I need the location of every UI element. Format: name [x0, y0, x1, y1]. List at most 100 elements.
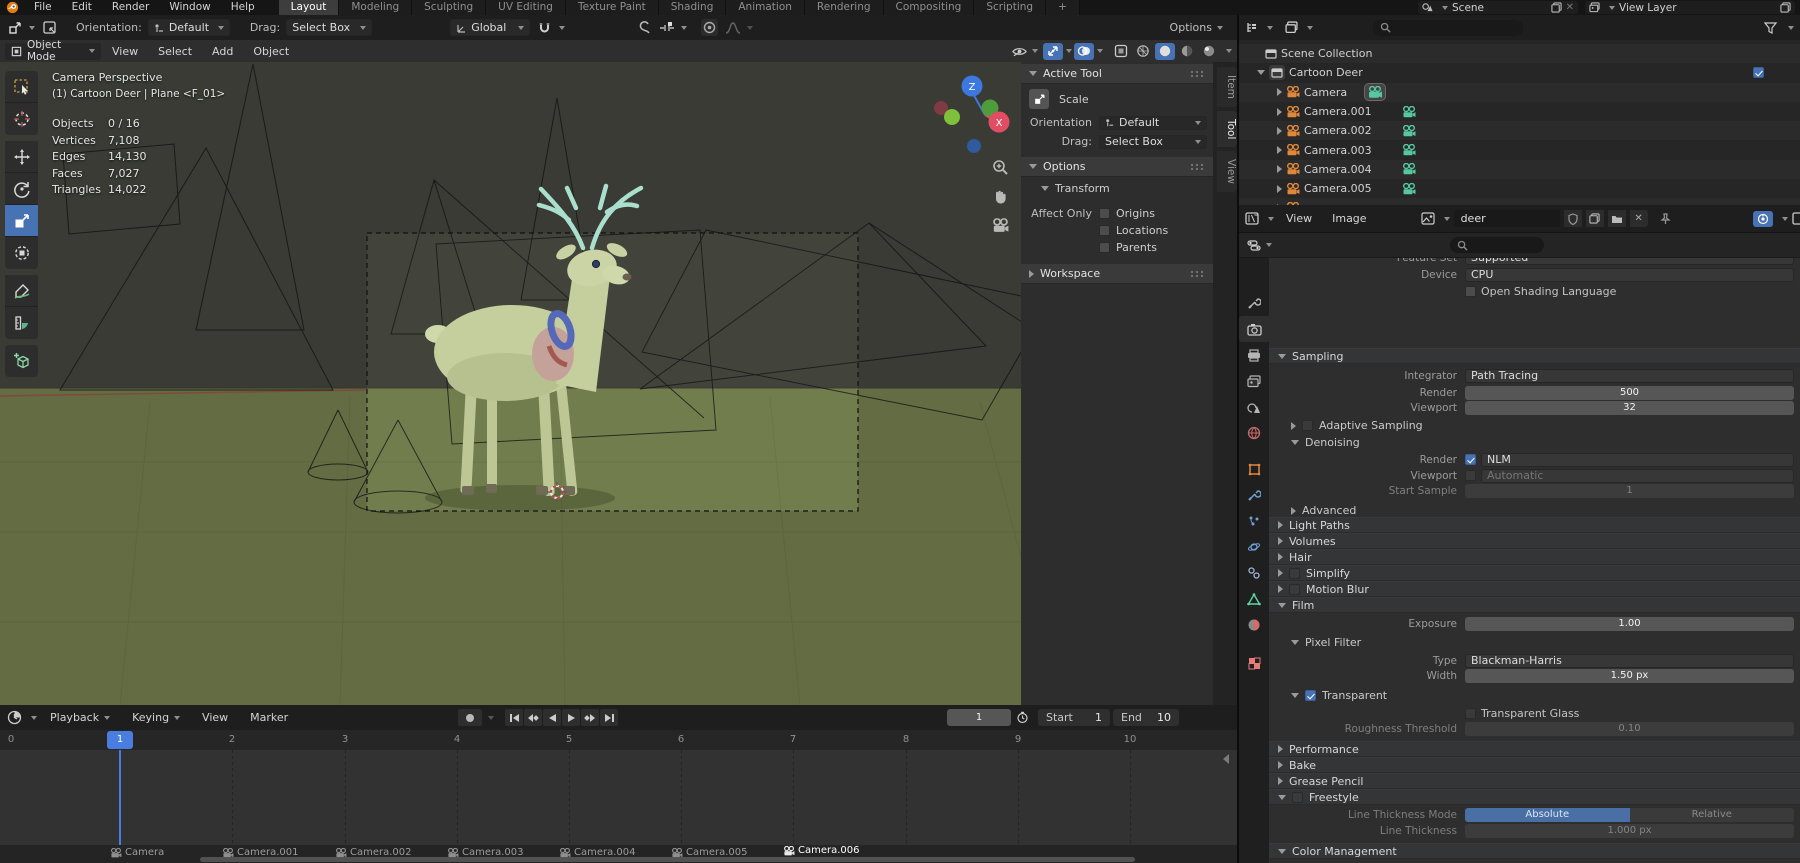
timeline-scrollbar[interactable]: [200, 857, 1135, 862]
simplify-checkbox[interactable]: [1289, 567, 1300, 579]
object-name[interactable]: Camera.005: [1304, 182, 1372, 195]
pin-icon[interactable]: [1659, 212, 1671, 225]
tool-annotate[interactable]: [5, 275, 38, 307]
new-scene-icon[interactable]: [1550, 2, 1562, 13]
outliner-row-collection[interactable]: Cartoon Deer: [1239, 63, 1800, 82]
open-image-folder-icon[interactable]: [1607, 210, 1626, 227]
xray-toggle[interactable]: [1111, 42, 1131, 60]
workspace-tab-compositing[interactable]: Compositing: [883, 0, 975, 15]
origins-checkbox[interactable]: [1099, 208, 1110, 219]
menu-select[interactable]: Select: [149, 45, 201, 58]
menu-help[interactable]: Help: [221, 0, 265, 15]
shading-dropdown-icon[interactable]: [1226, 49, 1232, 53]
menu-view[interactable]: View: [1278, 212, 1320, 225]
camera-data-icon[interactable]: [1402, 183, 1416, 195]
workspace-tab-scripting[interactable]: Scripting: [974, 0, 1047, 15]
viewport-samples-row[interactable]: Viewport 32: [1269, 400, 1794, 415]
delete-scene-icon[interactable]: ✕: [1566, 2, 1574, 13]
integrator-row[interactable]: Integrator Path Tracing: [1269, 368, 1794, 383]
panel-header-grease-pencil[interactable]: Grease Pencil: [1269, 773, 1800, 789]
line-thickness-row[interactable]: Line Thickness 1.000 px: [1269, 823, 1794, 838]
workspace-tab-animation[interactable]: Animation: [726, 0, 805, 15]
panel-header-options[interactable]: Options: [1021, 157, 1213, 177]
panel-header-simplify[interactable]: Simplify: [1269, 565, 1800, 581]
transparent-glass-checkbox[interactable]: [1465, 708, 1476, 719]
camera-data-icon[interactable]: [1402, 144, 1416, 156]
tool-select-box[interactable]: [5, 71, 38, 103]
timeline-ruler[interactable]: 0 2 3 4 5 6 7 8 9 10 1: [0, 730, 1237, 750]
panel-header-film[interactable]: Film: [1269, 597, 1800, 613]
tab-tool[interactable]: Tool: [1217, 110, 1237, 148]
scene-name[interactable]: Scene: [1452, 2, 1484, 14]
subpanel-pixel-filter[interactable]: Pixel Filter: [1269, 635, 1800, 650]
menu-marker[interactable]: Marker: [241, 711, 297, 724]
camera-data-icon[interactable]: [1402, 125, 1416, 137]
drag-dropdown[interactable]: Select Box: [286, 19, 373, 36]
camera-data-icon[interactable]: [1402, 106, 1416, 118]
play-reverse-button[interactable]: [543, 709, 561, 726]
auto-keying-button[interactable]: [458, 709, 482, 726]
image-editor-icon[interactable]: [1245, 212, 1259, 225]
overlays-toggle[interactable]: [1074, 42, 1094, 60]
roughness-threshold-row[interactable]: Roughness Threshold 0.10: [1269, 721, 1794, 736]
tool-cursor[interactable]: [5, 103, 38, 135]
camera-data-icon-selected[interactable]: [1364, 83, 1387, 102]
panel-header-active-tool[interactable]: Active Tool: [1021, 64, 1213, 84]
shading-material-button[interactable]: [1177, 42, 1197, 60]
subpanel-denoising[interactable]: Denoising: [1269, 435, 1800, 450]
menu-playback[interactable]: Playback: [41, 711, 119, 724]
workspace-tab-sculpting[interactable]: Sculpting: [412, 0, 487, 15]
npanel-orientation-dropdown[interactable]: Default: [1099, 115, 1207, 130]
scene-selector[interactable]: Scene ✕: [1418, 1, 1578, 14]
object-name[interactable]: Camera: [1304, 86, 1347, 99]
ltm-relative-button[interactable]: Relative: [1629, 807, 1794, 822]
object-name[interactable]: Camera.003: [1304, 144, 1372, 157]
workspace-tab-uv-editing[interactable]: UV Editing: [486, 0, 566, 15]
shading-wireframe-button[interactable]: [1133, 42, 1153, 60]
outliner-row-scene-collection[interactable]: Scene Collection: [1239, 44, 1800, 64]
camera-data-icon[interactable]: [1402, 163, 1416, 175]
filter-funnel-icon[interactable]: [1764, 21, 1777, 34]
transparent-checkbox[interactable]: [1305, 690, 1316, 701]
menu-render[interactable]: Render: [102, 0, 159, 15]
view-layer-selector[interactable]: View Layer: [1585, 1, 1795, 14]
tool-fallback-icon[interactable]: [41, 19, 58, 36]
collapse-icon[interactable]: [1257, 70, 1265, 76]
viewport-3d[interactable]: Z X Camera Perspective (1) Cartoon Deer …: [0, 62, 1237, 705]
freestyle-checkbox[interactable]: [1292, 791, 1303, 803]
sidebar-collapse-arrow[interactable]: [1223, 754, 1229, 764]
menu-add[interactable]: Add: [203, 45, 242, 58]
panel-header-volumes[interactable]: Volumes: [1269, 533, 1800, 549]
shading-solid-button[interactable]: [1155, 42, 1175, 60]
ltm-absolute-button[interactable]: Absolute: [1465, 807, 1630, 822]
panel-header-light-paths[interactable]: Light Paths: [1269, 517, 1800, 533]
tool-rotate[interactable]: [5, 173, 38, 205]
jump-to-end-button[interactable]: [600, 709, 618, 726]
menu-view[interactable]: View: [103, 45, 147, 58]
timeline-editor-icon[interactable]: [7, 710, 22, 725]
expand-icon[interactable]: [1277, 88, 1282, 97]
falloff-curve-icon[interactable]: [724, 19, 741, 36]
workspace-tab-modeling[interactable]: Modeling: [339, 0, 413, 15]
workspace-tab-rendering[interactable]: Rendering: [804, 0, 884, 15]
outliner-row-camera-003[interactable]: Camera.003: [1239, 140, 1800, 159]
tab-item[interactable]: Item: [1217, 67, 1237, 107]
playhead[interactable]: 1: [107, 731, 133, 749]
denoise-render-row[interactable]: Render NLM: [1269, 452, 1794, 467]
outliner-row-camera[interactable]: Camera: [1239, 82, 1800, 102]
scale-tool-icon[interactable]: [1029, 89, 1049, 109]
collection-checkbox[interactable]: [1753, 67, 1764, 79]
orientation-dropdown[interactable]: Default: [147, 19, 230, 36]
visibility-dropdown[interactable]: [1009, 42, 1041, 60]
outliner-row-camera-006-partial[interactable]: [1239, 198, 1800, 205]
proportional-snake-hook-icon[interactable]: [635, 19, 652, 36]
outliner-row-camera-005[interactable]: Camera.005: [1239, 179, 1800, 198]
end-frame-field[interactable]: End 10: [1113, 709, 1179, 726]
view-layer-name[interactable]: View Layer: [1619, 2, 1677, 14]
subpanel-transform[interactable]: Transform: [1021, 177, 1213, 199]
render-samples-row[interactable]: Render 500: [1269, 385, 1794, 400]
object-name[interactable]: Camera.001: [1304, 105, 1372, 118]
collection-name[interactable]: Cartoon Deer: [1289, 66, 1363, 79]
device-row[interactable]: Device CPU: [1269, 267, 1794, 282]
denoise-viewport-checkbox[interactable]: [1465, 470, 1476, 481]
